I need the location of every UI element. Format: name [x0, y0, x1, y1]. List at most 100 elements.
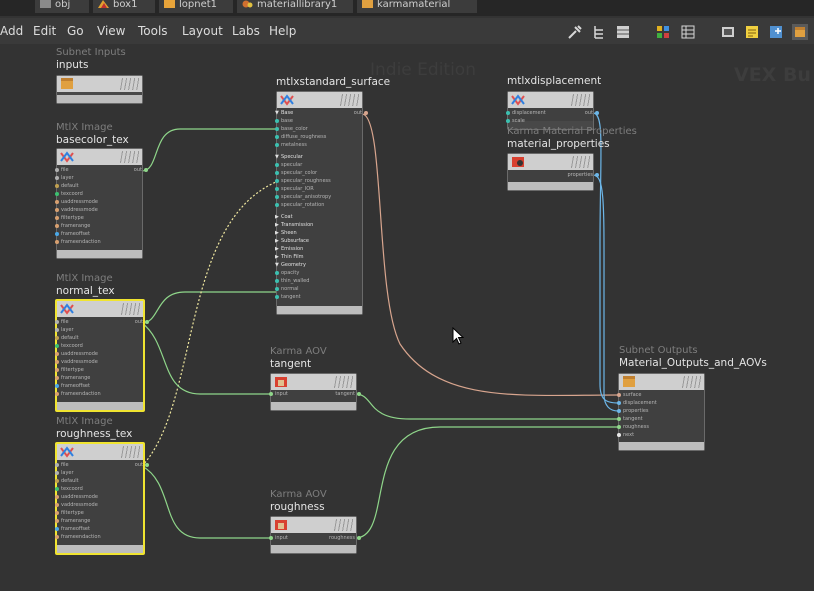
port-dot[interactable]	[55, 320, 59, 324]
output-port-out[interactable]: out	[533, 110, 599, 116]
port-dot[interactable]	[617, 433, 621, 437]
input-port-frameendaction[interactable]: frameendaction	[55, 239, 101, 245]
input-port-vaddressmode[interactable]: vaddressmode	[55, 207, 98, 213]
port-dot[interactable]	[275, 143, 279, 147]
input-port-specular[interactable]: specular	[275, 162, 302, 168]
port-dot[interactable]	[55, 495, 59, 499]
port-dot[interactable]	[269, 392, 273, 396]
section-geometry[interactable]: ▼ Geometry	[275, 262, 306, 268]
port-dot[interactable]	[275, 135, 279, 139]
input-port-tangent[interactable]: tangent	[275, 294, 301, 300]
input-port-texcoord[interactable]: texcoord	[55, 343, 83, 349]
port-dot[interactable]	[55, 527, 59, 531]
menu-go[interactable]: Go	[67, 23, 84, 39]
input-port-framerange[interactable]: framerange	[55, 518, 90, 524]
port-dot[interactable]	[617, 425, 621, 429]
port-dot[interactable]	[144, 168, 148, 172]
port-dot[interactable]	[55, 511, 59, 515]
input-port-vaddressmode[interactable]: vaddressmode	[55, 502, 98, 508]
input-port-input[interactable]: input	[269, 391, 288, 397]
output-port-out[interactable]: out	[302, 110, 368, 116]
input-port-frameoffset[interactable]: frameoffset	[55, 526, 90, 532]
output-port-tangent[interactable]: tangent	[295, 391, 361, 397]
input-port-layer[interactable]: layer	[55, 175, 74, 181]
input-port-uaddressmode[interactable]: uaddressmode	[55, 351, 98, 357]
network-editor[interactable]: Indie Edition VEX Bu Subnet Inputs input…	[0, 44, 814, 591]
input-port-metalness[interactable]: metalness	[275, 142, 307, 148]
breadcrumb-lopnet1[interactable]: lopnet1	[159, 0, 233, 13]
port-dot[interactable]	[55, 368, 59, 372]
input-port-opacity[interactable]: opacity	[275, 270, 299, 276]
image-icon[interactable]	[720, 24, 736, 40]
port-dot[interactable]	[55, 208, 59, 212]
input-port-filtertype[interactable]: filtertype	[55, 215, 84, 221]
port-dot[interactable]	[55, 384, 59, 388]
port-dot[interactable]	[55, 352, 59, 356]
input-port-vaddressmode[interactable]: vaddressmode	[55, 359, 98, 365]
input-port-roughness[interactable]: roughness	[617, 424, 649, 430]
output-port-out[interactable]: out	[83, 319, 149, 325]
note-icon[interactable]	[744, 24, 760, 40]
port-dot[interactable]	[55, 184, 59, 188]
output-port-out[interactable]: out	[83, 462, 149, 468]
port-dot[interactable]	[275, 179, 279, 183]
port-dot[interactable]	[357, 536, 361, 540]
collapsed-icon[interactable]: ▶	[275, 222, 279, 228]
port-dot[interactable]	[55, 224, 59, 228]
collapsed-icon[interactable]: ▶	[275, 238, 279, 244]
breadcrumb-materiallibrary1[interactable]: materiallibrary1	[237, 0, 353, 13]
input-port-file[interactable]: file	[55, 319, 69, 325]
port-dot[interactable]	[617, 401, 621, 405]
image-add-icon[interactable]	[768, 24, 784, 40]
input-port-thin-walled[interactable]: thin_walled	[275, 278, 309, 284]
output-port-properties[interactable]: properties	[533, 172, 599, 178]
port-dot[interactable]	[275, 171, 279, 175]
collapsed-icon[interactable]: ▶	[275, 214, 279, 220]
input-port-scale[interactable]: scale	[506, 118, 525, 124]
section-subsurface[interactable]: ▶ Subsurface	[275, 238, 309, 244]
port-dot[interactable]	[275, 271, 279, 275]
input-port-frameendaction[interactable]: frameendaction	[55, 391, 101, 397]
section-emission[interactable]: ▶ Emission	[275, 246, 303, 252]
input-port-texcoord[interactable]: texcoord	[55, 191, 83, 197]
port-dot[interactable]	[55, 192, 59, 196]
input-port-specular-color[interactable]: specular_color	[275, 170, 317, 176]
input-port-properties[interactable]: properties	[617, 408, 649, 414]
port-dot[interactable]	[506, 119, 510, 123]
section-sheen[interactable]: ▶ Sheen	[275, 230, 297, 236]
menu-help[interactable]: Help	[269, 23, 296, 39]
port-dot[interactable]	[55, 479, 59, 483]
expanded-icon[interactable]: ▼	[275, 262, 279, 268]
port-dot[interactable]	[269, 536, 273, 540]
input-port-specular-roughness[interactable]: specular_roughness	[275, 178, 331, 184]
box-icon[interactable]	[792, 24, 808, 40]
breadcrumb-obj[interactable]: obj	[35, 0, 89, 13]
input-port-uaddressmode[interactable]: uaddressmode	[55, 494, 98, 500]
expanded-icon[interactable]: ▼	[275, 154, 279, 160]
input-port-default[interactable]: default	[55, 478, 79, 484]
input-port-file[interactable]: file	[55, 462, 69, 468]
port-dot[interactable]	[275, 203, 279, 207]
port-dot[interactable]	[55, 344, 59, 348]
port-dot[interactable]	[145, 320, 149, 324]
port-dot[interactable]	[55, 168, 59, 172]
section-thin-film[interactable]: ▶ Thin Film	[275, 254, 304, 260]
port-dot[interactable]	[275, 279, 279, 283]
output-port-out[interactable]: out	[82, 167, 148, 173]
port-dot[interactable]	[55, 328, 59, 332]
port-dot[interactable]	[55, 487, 59, 491]
input-port-base-color[interactable]: base_color	[275, 126, 308, 132]
menu-add[interactable]: Add	[0, 23, 23, 39]
input-port-next[interactable]: next	[617, 432, 634, 438]
port-dot[interactable]	[55, 376, 59, 380]
port-dot[interactable]	[55, 471, 59, 475]
port-dot[interactable]	[617, 409, 621, 413]
port-dot[interactable]	[55, 463, 59, 467]
input-port-specular-rotation[interactable]: specular_rotation	[275, 202, 324, 208]
port-dot[interactable]	[55, 176, 59, 180]
port-dot[interactable]	[55, 503, 59, 507]
port-dot[interactable]	[55, 392, 59, 396]
port-dot[interactable]	[55, 200, 59, 204]
port-dot[interactable]	[364, 111, 368, 115]
input-port-base[interactable]: base	[275, 118, 293, 124]
